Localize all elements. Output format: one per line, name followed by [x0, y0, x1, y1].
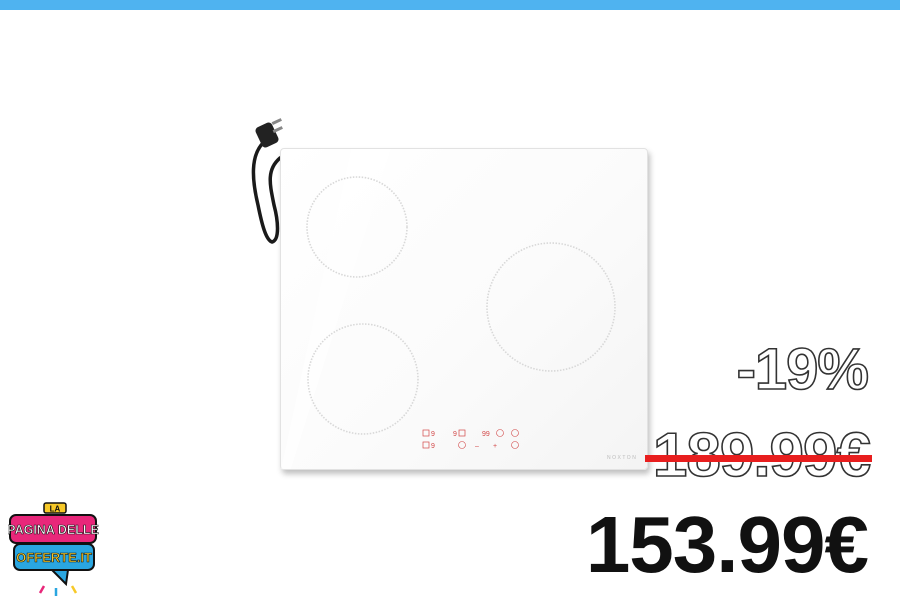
zone-display-1: 9 — [431, 431, 435, 438]
svg-text:+: + — [493, 443, 497, 450]
timer-display: 99 — [482, 431, 490, 438]
logo-line3: OFFERTE.IT — [16, 550, 92, 565]
zone-display-2: 9 — [453, 431, 457, 438]
logo-line2: PAGINA DELLE — [8, 523, 99, 537]
zone-display-3: 9 — [431, 443, 435, 450]
cooktop-glass-panel: 9 9 99 9 – + NOXTON — [280, 148, 648, 470]
new-price: 153.99€ — [585, 500, 869, 589]
old-price-container: 189.99€ — [644, 424, 872, 487]
discount-badge: -19% — [736, 336, 870, 403]
cooking-zone-large — [486, 242, 616, 372]
product-image: 9 9 99 9 – + NOXTON — [240, 110, 660, 480]
svg-text:–: – — [475, 443, 479, 450]
logo-line1: LA — [50, 505, 61, 514]
top-accent-bar — [0, 0, 900, 10]
brand-mark: NOXTON — [607, 455, 637, 461]
site-logo: LA PAGINA DELLE OFFERTE.IT — [8, 502, 99, 596]
strikethrough-line — [644, 455, 872, 462]
